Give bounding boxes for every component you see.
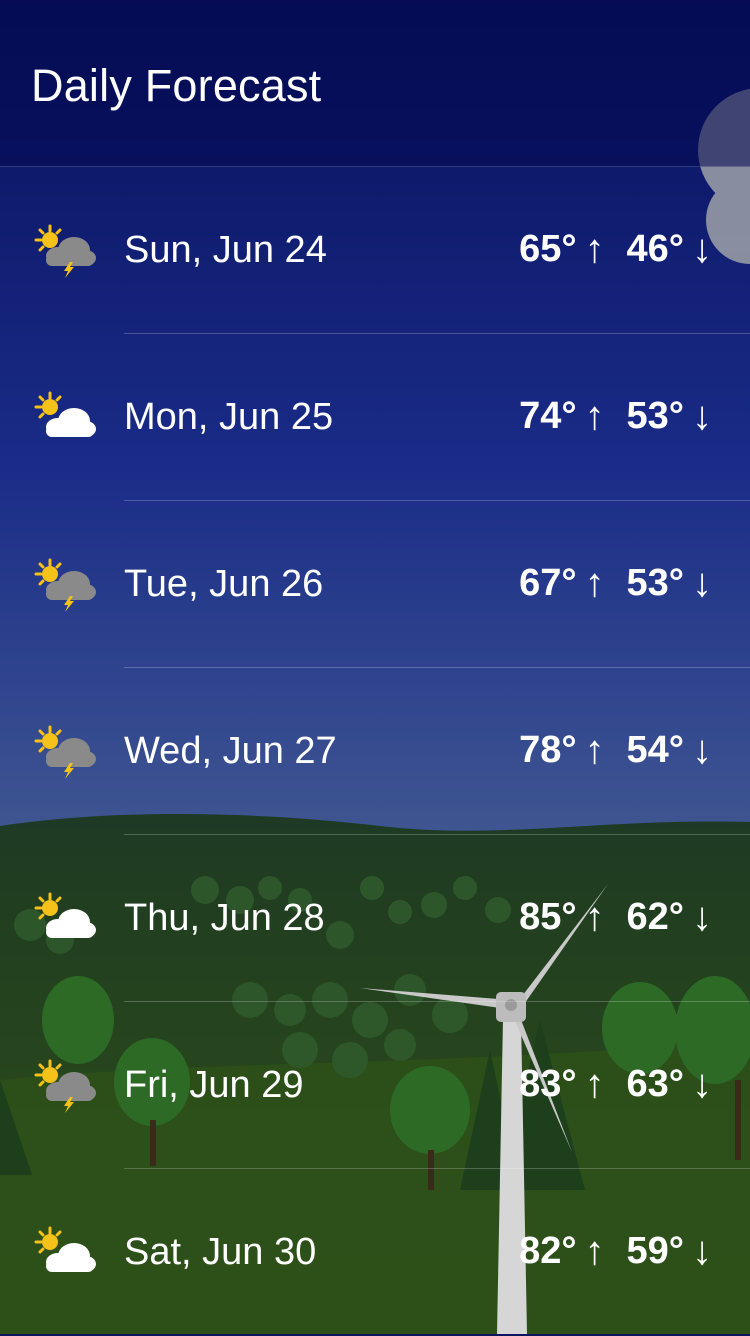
arrow-up-icon: ↑ bbox=[584, 1229, 605, 1273]
arrow-up-icon: ↑ bbox=[584, 895, 605, 939]
forecast-date: Tue, Jun 26 bbox=[124, 563, 324, 605]
forecast-row[interactable]: Sat, Jun 30 82° ↑ 59° ↓ bbox=[0, 1169, 750, 1336]
partly-cloudy-icon bbox=[30, 1224, 96, 1280]
forecast-temperatures: 65° ↑ 46° ↓ bbox=[519, 227, 712, 272]
page-title: Daily Forecast bbox=[31, 60, 322, 111]
arrow-down-icon: ↓ bbox=[692, 1062, 712, 1106]
low-temperature: 53° bbox=[626, 395, 684, 437]
forecast-temperatures: 83° ↑ 63° ↓ bbox=[519, 1062, 712, 1107]
forecast-date: Thu, Jun 28 bbox=[124, 897, 325, 939]
partly-cloudy-thunderstorm-icon bbox=[30, 723, 96, 779]
forecast-date: Mon, Jun 25 bbox=[124, 396, 334, 438]
partly-cloudy-thunderstorm-icon bbox=[30, 1057, 96, 1113]
partly-cloudy-thunderstorm-icon bbox=[30, 556, 96, 612]
arrow-up-icon: ↑ bbox=[584, 561, 605, 605]
header-bar: Daily Forecast bbox=[0, 0, 750, 167]
forecast-temperatures: 78° ↑ 54° ↓ bbox=[519, 728, 712, 773]
partly-cloudy-thunderstorm-icon bbox=[30, 222, 96, 278]
low-temperature: 54° bbox=[626, 729, 684, 771]
low-temperature: 62° bbox=[626, 896, 684, 938]
arrow-down-icon: ↓ bbox=[692, 227, 712, 271]
forecast-date: Fri, Jun 29 bbox=[124, 1064, 304, 1106]
partly-cloudy-icon bbox=[30, 890, 96, 946]
forecast-row[interactable]: Sun, Jun 24 65° ↑ 46° ↓ bbox=[0, 167, 750, 334]
partly-cloudy-icon bbox=[30, 389, 96, 445]
forecast-temperatures: 85° ↑ 62° ↓ bbox=[519, 895, 712, 940]
arrow-down-icon: ↓ bbox=[692, 394, 712, 438]
high-temperature: 82° bbox=[519, 1230, 577, 1272]
forecast-temperatures: 67° ↑ 53° ↓ bbox=[519, 561, 712, 606]
forecast-row[interactable]: Thu, Jun 28 85° ↑ 62° ↓ bbox=[0, 835, 750, 1002]
low-temperature: 59° bbox=[626, 1230, 684, 1272]
forecast-date: Wed, Jun 27 bbox=[124, 730, 337, 772]
arrow-down-icon: ↓ bbox=[692, 895, 712, 939]
high-temperature: 67° bbox=[519, 562, 577, 604]
forecast-date: Sun, Jun 24 bbox=[124, 229, 327, 271]
arrow-up-icon: ↑ bbox=[584, 728, 605, 772]
forecast-row[interactable]: Wed, Jun 27 78° ↑ 54° ↓ bbox=[0, 668, 750, 835]
arrow-down-icon: ↓ bbox=[692, 728, 712, 772]
forecast-list: Sun, Jun 24 65° ↑ 46° ↓ Mon, Jun 25 74° ↑ 53° ↓ Tu… bbox=[0, 167, 750, 1336]
high-temperature: 74° bbox=[519, 395, 577, 437]
arrow-down-icon: ↓ bbox=[692, 1229, 712, 1273]
arrow-up-icon: ↑ bbox=[584, 227, 605, 271]
forecast-row[interactable]: Fri, Jun 29 83° ↑ 63° ↓ bbox=[0, 1002, 750, 1169]
arrow-up-icon: ↑ bbox=[584, 1062, 605, 1106]
low-temperature: 63° bbox=[626, 1063, 684, 1105]
arrow-up-icon: ↑ bbox=[584, 394, 605, 438]
forecast-date: Sat, Jun 30 bbox=[124, 1231, 317, 1273]
high-temperature: 83° bbox=[519, 1063, 577, 1105]
high-temperature: 65° bbox=[519, 228, 577, 270]
forecast-temperatures: 74° ↑ 53° ↓ bbox=[519, 394, 712, 439]
forecast-row[interactable]: Tue, Jun 26 67° ↑ 53° ↓ bbox=[0, 501, 750, 668]
low-temperature: 53° bbox=[626, 562, 684, 604]
forecast-row[interactable]: Mon, Jun 25 74° ↑ 53° ↓ bbox=[0, 334, 750, 501]
low-temperature: 46° bbox=[626, 228, 684, 270]
arrow-down-icon: ↓ bbox=[692, 561, 712, 605]
forecast-temperatures: 82° ↑ 59° ↓ bbox=[519, 1229, 712, 1274]
high-temperature: 78° bbox=[519, 729, 577, 771]
high-temperature: 85° bbox=[519, 896, 577, 938]
